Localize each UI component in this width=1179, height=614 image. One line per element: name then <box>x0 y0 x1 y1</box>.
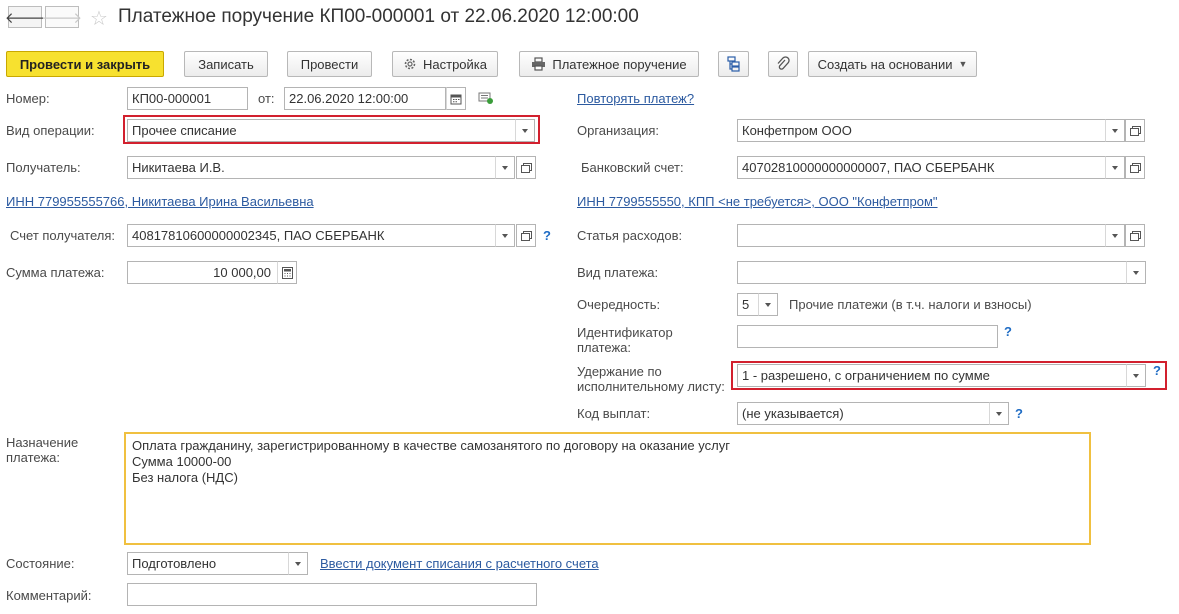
forward-button[interactable]: 🡒 <box>41 6 83 28</box>
bank-account-dropdown[interactable] <box>1105 156 1125 179</box>
date-field[interactable]: 22.06.2020 12:00:00 <box>284 87 446 110</box>
recipient-account-field[interactable]: 40817810600000002345, ПАО СБЕРБАНК <box>127 224 496 247</box>
withholding-label: Удержание по исполнительному листу: <box>577 364 725 394</box>
recipient-account-open-button[interactable] <box>516 224 536 247</box>
recipient-dropdown[interactable] <box>495 156 515 179</box>
print-payment-order-label: Платежное поручение <box>552 56 687 72</box>
attach-files-button[interactable] <box>768 51 798 77</box>
bank-account-field[interactable]: 40702810000000000007, ПАО СБЕРБАНК <box>737 156 1107 179</box>
priority-field[interactable]: 5 <box>737 293 759 316</box>
expense-item-dropdown[interactable] <box>1105 224 1125 247</box>
expense-item-label: Статья расходов: <box>577 228 683 243</box>
printer-icon <box>532 57 546 71</box>
recipient-field[interactable]: Никитаева И.В. <box>127 156 496 179</box>
create-based-on-button[interactable]: Создать на основании ▼ <box>808 51 977 77</box>
organization-dropdown[interactable] <box>1105 119 1125 142</box>
number-field[interactable]: КП00-000001 <box>127 87 248 110</box>
recipient-open-button[interactable] <box>516 156 536 179</box>
calculator-icon <box>281 266 293 279</box>
date-calendar-button[interactable] <box>446 87 466 110</box>
expense-item-field[interactable] <box>737 224 1107 247</box>
settings-label: Настройка <box>423 56 487 72</box>
document-structure-icon <box>726 56 740 72</box>
comment-label: Комментарий: <box>6 588 92 603</box>
repeat-payment-link[interactable]: Повторять платеж? <box>577 91 694 106</box>
payout-code-field[interactable]: (не указывается) <box>737 402 990 425</box>
amount-label: Сумма платежа: <box>6 265 105 280</box>
enter-writeoff-document-link[interactable]: Ввести документ списания с расчетного сч… <box>320 556 599 571</box>
open-icon <box>521 231 532 241</box>
open-icon <box>1130 231 1141 241</box>
payment-id-field[interactable] <box>737 325 998 348</box>
amount-calculator-button[interactable] <box>277 261 297 284</box>
status-label: Состояние: <box>6 556 75 571</box>
document-history-icon <box>478 92 493 104</box>
payment-id-label: Идентификатор платежа: <box>577 325 673 355</box>
organization-label: Организация: <box>577 123 660 138</box>
priority-label: Очередность: <box>577 297 661 312</box>
recipient-label: Получатель: <box>6 160 81 175</box>
withholding-dropdown[interactable] <box>1126 364 1146 387</box>
favorite-star-icon[interactable]: ☆ <box>90 6 108 31</box>
organization-inn-link[interactable]: ИНН 7799555550, КПП <не требуется>, ООО … <box>577 194 938 209</box>
settings-button[interactable]: Настройка <box>392 51 498 77</box>
paperclip-icon <box>777 56 790 70</box>
payment-type-label: Вид платежа: <box>577 265 659 280</box>
comment-field[interactable] <box>127 583 537 606</box>
calendar-icon <box>450 94 462 104</box>
organization-field[interactable]: Конфетпром ООО <box>737 119 1107 142</box>
status-dropdown[interactable] <box>288 552 308 575</box>
chevron-down-icon: ▼ <box>958 59 968 69</box>
purpose-label: Назначение платежа: <box>6 435 79 465</box>
expense-item-open-button[interactable] <box>1125 224 1145 247</box>
withholding-help-icon[interactable]: ? <box>1153 363 1161 378</box>
payment-type-field[interactable] <box>737 261 1127 284</box>
recipient-account-label: Счет получателя: <box>10 228 116 243</box>
save-button[interactable]: Записать <box>184 51 268 77</box>
purpose-textarea[interactable]: Оплата гражданину, зарегистрированному в… <box>124 432 1091 545</box>
payout-code-label: Код выплат: <box>577 406 651 421</box>
payment-type-dropdown[interactable] <box>1126 261 1146 284</box>
payout-code-dropdown[interactable] <box>989 402 1009 425</box>
operation-type-label: Вид операции: <box>6 123 95 138</box>
payment-id-help-icon[interactable]: ? <box>1004 324 1012 339</box>
payout-code-help-icon[interactable]: ? <box>1015 406 1023 421</box>
recipient-account-dropdown[interactable] <box>495 224 515 247</box>
recipient-account-help-icon[interactable]: ? <box>543 228 551 243</box>
page-title: Платежное поручение КП00-000001 от 22.06… <box>118 6 639 27</box>
number-label: Номер: <box>6 91 50 106</box>
arrow-right-icon: 🡒 <box>41 9 83 27</box>
gear-icon <box>404 58 416 70</box>
arrow-left-icon: 🡐 <box>4 9 46 27</box>
open-icon <box>521 163 532 173</box>
operation-type-dropdown[interactable] <box>515 119 535 142</box>
date-label: от: <box>258 91 275 106</box>
post-and-close-button[interactable]: Провести и закрыть <box>6 51 164 77</box>
withholding-field[interactable]: 1 - разрешено, с ограничением по сумме <box>737 364 1127 387</box>
structure-button[interactable] <box>718 51 749 77</box>
open-icon <box>1130 126 1141 136</box>
open-icon <box>1130 163 1141 173</box>
operation-type-field[interactable]: Прочее списание <box>127 119 516 142</box>
bank-account-open-button[interactable] <box>1125 156 1145 179</box>
print-payment-order-button[interactable]: Платежное поручение <box>519 51 699 77</box>
status-field[interactable]: Подготовлено <box>127 552 289 575</box>
post-button[interactable]: Провести <box>287 51 372 77</box>
priority-description: Прочие платежи (в т.ч. налоги и взносы) <box>789 297 1032 312</box>
back-button[interactable]: 🡐 <box>4 6 46 28</box>
priority-dropdown[interactable] <box>758 293 778 316</box>
bank-account-label: Банковский счет: <box>581 160 684 175</box>
history-button[interactable] <box>478 91 494 108</box>
create-based-on-label: Создать на основании <box>817 56 953 72</box>
recipient-inn-link[interactable]: ИНН 779955555766, Никитаева Ирина Василь… <box>6 194 314 209</box>
amount-field[interactable]: 10 000,00 <box>127 261 278 284</box>
organization-open-button[interactable] <box>1125 119 1145 142</box>
